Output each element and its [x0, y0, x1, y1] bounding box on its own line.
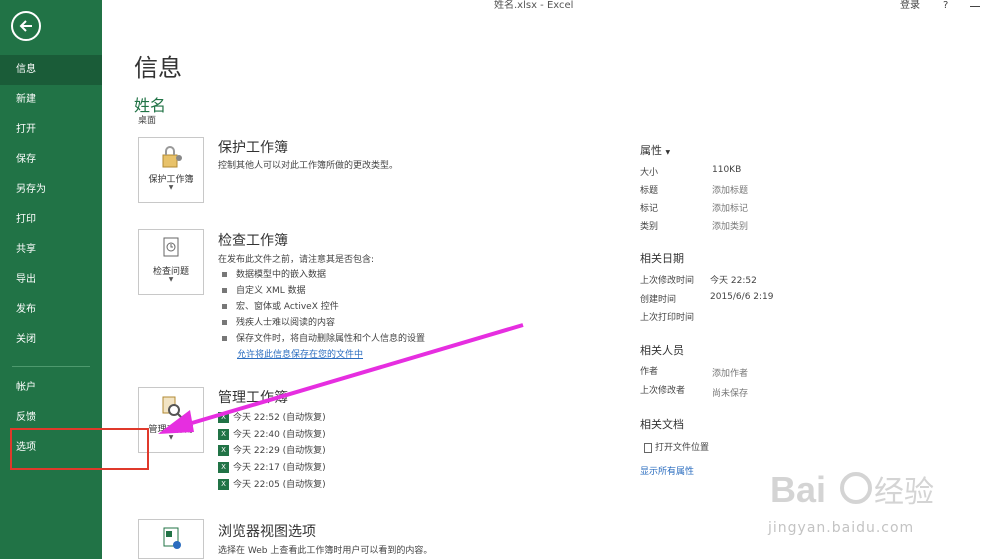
protect-title: 保护工作簿 [218, 140, 288, 156]
allow-save-info-link[interactable]: 允许将此信息保存在您的文件中 [237, 347, 363, 360]
browser-view-icon [163, 527, 181, 549]
back-arrow-icon [19, 20, 32, 32]
nav-close[interactable]: 关闭 [0, 325, 102, 355]
help-button[interactable]: ? [943, 0, 948, 12]
people-value-modified-by: 尚未保存 [712, 389, 749, 399]
date-label-created: 创建时间 [640, 295, 677, 305]
autorecover-version[interactable]: X 今天 22:40 (自动恢复) [218, 427, 326, 440]
people-label-modified-by: 上次修改者 [640, 386, 686, 396]
properties-header[interactable]: 属性 ▼ [640, 142, 670, 158]
nav-info[interactable]: 信息 [0, 55, 102, 85]
excel-file-icon: X [218, 479, 229, 490]
inspect-bullet: 数据模型中的嵌入数据 [222, 267, 326, 280]
svg-text:Bai: Bai [770, 469, 826, 510]
window-title: 姓名.xlsx - Excel [494, 0, 574, 11]
back-button[interactable] [11, 11, 41, 41]
inspect-bullet: 保存文件时，将自动删除属性和个人信息的设置 [222, 331, 425, 344]
show-all-properties-link[interactable]: 显示所有属性 [640, 464, 694, 477]
open-file-location-link[interactable]: 打开文件位置 [644, 440, 709, 453]
excel-file-icon: X [218, 429, 229, 440]
sign-in-link[interactable]: 登录 [900, 0, 920, 12]
date-label-modified: 上次修改时间 [640, 276, 695, 286]
prop-value-title[interactable]: 添加标题 [712, 183, 748, 196]
check-issues-button[interactable]: 检查问题 ▼ [138, 229, 204, 295]
autorecover-version[interactable]: X 今天 22:17 (自动恢复) [218, 460, 326, 473]
page-title: 信息 [134, 54, 182, 82]
inspect-bullet: 残疾人士难以阅读的内容 [222, 315, 335, 328]
nav-publish[interactable]: 发布 [0, 295, 102, 325]
related-dates-header: 相关日期 [640, 252, 684, 265]
protect-workbook-button[interactable]: 保护工作簿 ▼ [138, 137, 204, 203]
svg-text:经验: 经验 [874, 476, 934, 509]
prop-label-tags: 标记 [640, 204, 659, 214]
excel-file-icon: X [218, 462, 229, 473]
prop-label-category: 类别 [640, 222, 659, 232]
nav-account[interactable]: 帐户 [0, 373, 102, 403]
watermark-text: jingyan.baidu.com [768, 520, 915, 536]
lock-key-icon [162, 146, 182, 168]
excel-file-icon: X [218, 445, 229, 456]
browser-options-title: 浏览器视图选项 [218, 524, 316, 540]
inspect-document-icon [163, 237, 179, 257]
browser-view-options-button[interactable] [138, 519, 204, 559]
related-people-header: 相关人员 [640, 344, 684, 357]
minimize-icon[interactable] [970, 6, 980, 7]
nav-share[interactable]: 共享 [0, 235, 102, 265]
backstage-sidebar: 信息 新建 打开 保存 另存为 打印 共享 导出 发布 关闭 帐户 反馈 选项 [0, 0, 102, 559]
date-label-printed: 上次打印时间 [640, 313, 695, 323]
nav-print[interactable]: 打印 [0, 205, 102, 235]
nav-new[interactable]: 新建 [0, 85, 102, 115]
prop-value-tags[interactable]: 添加标记 [712, 201, 748, 214]
inspect-bullet: 自定义 XML 数据 [222, 283, 306, 296]
baidu-watermark-logo: Bai 经验 [770, 469, 934, 510]
file-location: 桌面 [138, 116, 157, 126]
chevron-down-icon: ▼ [665, 149, 671, 156]
excel-file-icon: X [218, 412, 229, 423]
inspect-desc: 在发布此文件之前，请注意其是否包含: [218, 255, 375, 265]
chevron-down-icon: ▼ [168, 184, 174, 191]
inspect-title: 检查工作簿 [218, 233, 288, 249]
nav-export[interactable]: 导出 [0, 265, 102, 295]
manage-title: 管理工作簿 [218, 390, 288, 406]
people-value-author[interactable]: 添加作者 [712, 366, 748, 379]
protect-desc: 控制其他人可以对此工作簿所做的更改类型。 [218, 161, 399, 171]
prop-value-category[interactable]: 添加类别 [712, 219, 748, 232]
related-docs-header: 相关文档 [640, 418, 684, 431]
autorecover-version[interactable]: X 今天 22:52 (自动恢复) [218, 410, 326, 423]
document-icon [644, 442, 652, 453]
browser-options-desc: 选择在 Web 上查看此工作簿时用户可以看到的内容。 [218, 546, 433, 556]
nav-save[interactable]: 保存 [0, 145, 102, 175]
nav-open[interactable]: 打开 [0, 115, 102, 145]
manage-versions-icon [162, 396, 183, 419]
prop-label-size: 大小 [640, 168, 659, 178]
nav-divider [12, 366, 90, 367]
autorecover-version[interactable]: X 今天 22:05 (自动恢复) [218, 477, 326, 490]
annotation-highlight-box [10, 428, 149, 470]
prop-value-size: 110KB [712, 165, 742, 175]
inspect-bullet: 宏、窗体或 ActiveX 控件 [222, 299, 339, 312]
date-value-created: 2015/6/6 2:19 [710, 292, 774, 302]
prop-label-title: 标题 [640, 186, 659, 196]
people-label-author: 作者 [640, 367, 659, 377]
nav-save-as[interactable]: 另存为 [0, 175, 102, 205]
date-value-modified: 今天 22:52 [710, 276, 757, 286]
chevron-down-icon: ▼ [168, 276, 174, 283]
autorecover-version[interactable]: X 今天 22:29 (自动恢复) [218, 443, 326, 456]
